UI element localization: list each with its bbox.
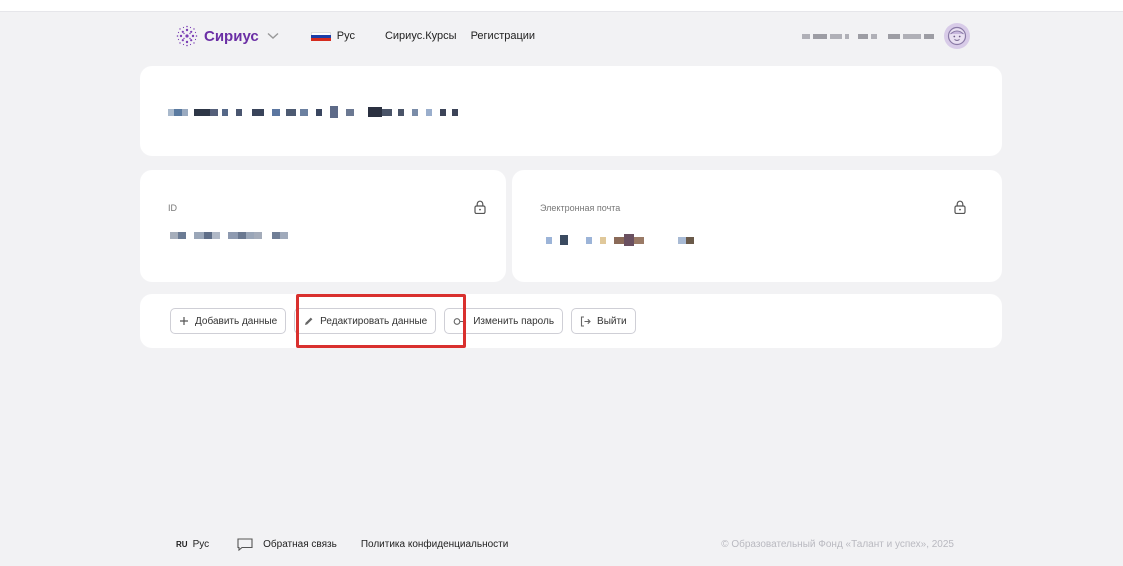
russian-flag-icon [310,31,331,41]
footer-lang-label[interactable]: Рус [193,539,210,550]
chat-bubble-icon [237,537,253,551]
email-value-redacted [546,234,694,246]
email-card: Электронная почта [512,170,1002,282]
logout-label: Выйти [597,315,627,327]
edit-button-highlight [296,294,466,348]
footer-lang-code[interactable]: RU [176,540,188,549]
language-switcher[interactable]: Рус [310,30,355,42]
name-card [140,66,1002,156]
nav-link-registrations[interactable]: Регистрации [471,30,536,42]
sirius-dots-logo-icon [176,25,198,47]
change-password-label: Изменить пароль [473,315,555,327]
logo-text: Сириус [204,27,259,45]
id-label: ID [168,203,177,213]
nav-link-courses[interactable]: Сириус.Курсы [385,30,457,42]
logout-icon [580,315,591,327]
lock-icon [474,200,486,214]
smiley-avatar-icon [947,26,967,46]
user-name-redacted [802,33,934,39]
email-label: Электронная почта [540,203,621,213]
chevron-down-icon[interactable] [267,32,279,40]
lock-icon [954,200,966,214]
sirius-logo[interactable]: Сириус [176,25,279,47]
id-value-redacted [170,232,288,239]
actions-card: Добавить данные Редактировать данные Изм… [140,294,1002,348]
avatar[interactable] [944,23,970,49]
language-label: Рус [336,30,355,42]
add-data-button[interactable]: Добавить данные [170,308,287,334]
logout-button[interactable]: Выйти [571,308,636,334]
plus-icon [179,316,189,326]
site-header: Сириус Рус Сириус.Курсы Регистрации [140,18,1002,54]
feedback-link[interactable]: Обратная связь [237,537,337,551]
full-name-redacted [168,106,458,118]
add-data-label: Добавить данные [195,315,278,327]
id-card: ID [140,170,506,282]
feedback-label: Обратная связь [263,538,337,550]
privacy-policy-link[interactable]: Политика конфиденциальности [361,539,509,550]
top-strip [0,0,1123,12]
profile-page: Сириус Рус Сириус.Курсы Регистрации ID Э… [0,0,1123,566]
site-footer: RU Рус Обратная связь Политика конфиденц… [140,534,1002,554]
user-menu[interactable] [802,23,970,49]
copyright-text: © Образовательный Фонд «Талант и успех»,… [721,538,954,550]
